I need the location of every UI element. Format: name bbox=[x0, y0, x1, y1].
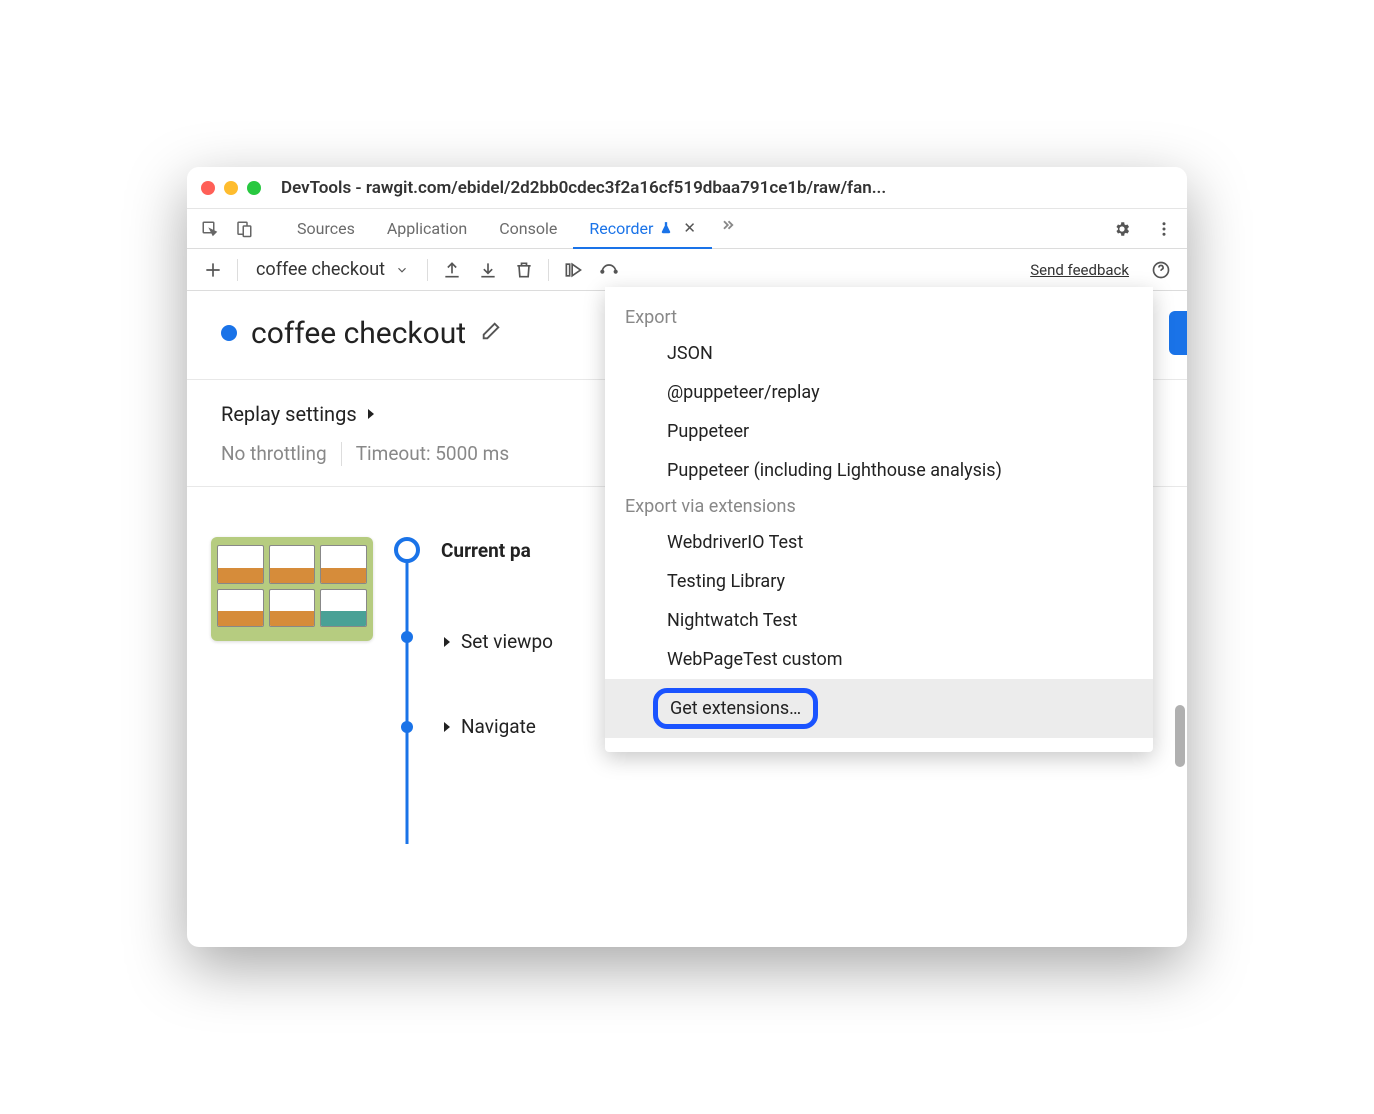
recorder-toolbar: coffee checkout Send feedback bbox=[187, 249, 1187, 291]
export-icon[interactable] bbox=[436, 254, 468, 286]
help-icon[interactable] bbox=[1145, 254, 1177, 286]
tab-recorder[interactable]: Recorder ✕ bbox=[573, 210, 712, 249]
timeline-start-node bbox=[394, 537, 420, 563]
caret-right-icon bbox=[441, 636, 453, 648]
window-title: DevTools - rawgit.com/ebidel/2d2bb0cdec3… bbox=[281, 178, 1173, 198]
step-over-icon[interactable] bbox=[593, 254, 625, 286]
caret-right-icon bbox=[365, 408, 377, 420]
recording-title: coffee checkout bbox=[251, 316, 466, 351]
kebab-menu-icon[interactable] bbox=[1149, 214, 1179, 244]
window-controls bbox=[201, 181, 261, 195]
thumbnail-image bbox=[211, 537, 373, 641]
divider bbox=[548, 259, 549, 281]
export-puppeteer[interactable]: Puppeteer bbox=[605, 412, 1153, 451]
settings-icon[interactable] bbox=[1107, 214, 1137, 244]
devtools-window: DevTools - rawgit.com/ebidel/2d2bb0cdec3… bbox=[187, 167, 1187, 947]
inspect-element-icon[interactable] bbox=[195, 214, 225, 244]
add-recording-icon[interactable] bbox=[197, 254, 229, 286]
device-toolbar-icon[interactable] bbox=[229, 214, 259, 244]
more-tabs-icon[interactable] bbox=[712, 210, 742, 240]
recording-indicator-icon bbox=[221, 325, 237, 341]
step-label: Navigate bbox=[461, 715, 536, 738]
timeout-value: Timeout: 5000 ms bbox=[356, 442, 509, 466]
timeline-line bbox=[406, 551, 409, 844]
delete-icon[interactable] bbox=[508, 254, 540, 286]
export-nightwatch[interactable]: Nightwatch Test bbox=[605, 601, 1153, 640]
chevron-down-icon bbox=[395, 263, 409, 277]
timeline-node bbox=[401, 721, 413, 733]
step-label: Current pa bbox=[441, 539, 531, 562]
maximize-window-button[interactable] bbox=[247, 181, 261, 195]
divider bbox=[427, 259, 428, 281]
throttling-value: No throttling bbox=[221, 442, 327, 466]
panel-tabs: Sources Application Console Recorder ✕ bbox=[187, 209, 1187, 249]
get-extensions-callout: Get extensions… bbox=[653, 688, 818, 729]
tab-recorder-label: Recorder bbox=[589, 219, 653, 238]
export-testing-library[interactable]: Testing Library bbox=[605, 562, 1153, 601]
tab-application[interactable]: Application bbox=[371, 210, 483, 248]
scrollbar-thumb[interactable] bbox=[1175, 705, 1185, 767]
step-label: Set viewpo bbox=[461, 630, 553, 653]
close-tab-icon[interactable]: ✕ bbox=[683, 219, 696, 237]
timeline-node bbox=[401, 631, 413, 643]
close-window-button[interactable] bbox=[201, 181, 215, 195]
send-feedback-link[interactable]: Send feedback bbox=[1030, 261, 1129, 279]
titlebar: DevTools - rawgit.com/ebidel/2d2bb0cdec3… bbox=[187, 167, 1187, 209]
recording-selector[interactable]: coffee checkout bbox=[246, 259, 419, 280]
screenshot-thumbnail[interactable] bbox=[211, 537, 373, 641]
export-webdriverio[interactable]: WebdriverIO Test bbox=[605, 523, 1153, 562]
replay-button-peek[interactable] bbox=[1169, 311, 1187, 355]
export-dropdown: Export JSON @puppeteer/replay Puppeteer … bbox=[605, 287, 1153, 752]
export-puppeteer-replay[interactable]: @puppeteer/replay bbox=[605, 373, 1153, 412]
minimize-window-button[interactable] bbox=[224, 181, 238, 195]
divider bbox=[341, 442, 342, 466]
edit-title-icon[interactable] bbox=[480, 320, 502, 346]
tab-console[interactable]: Console bbox=[483, 210, 573, 248]
export-get-extensions[interactable]: Get extensions… bbox=[605, 679, 1153, 738]
play-slow-icon[interactable] bbox=[557, 254, 589, 286]
replay-settings-label: Replay settings bbox=[221, 402, 357, 426]
recording-name: coffee checkout bbox=[256, 259, 385, 280]
import-icon[interactable] bbox=[472, 254, 504, 286]
export-section-header: Export bbox=[605, 301, 1153, 334]
caret-right-icon bbox=[441, 721, 453, 733]
export-webpagetest[interactable]: WebPageTest custom bbox=[605, 640, 1153, 679]
divider bbox=[237, 259, 238, 281]
export-puppeteer-lighthouse[interactable]: Puppeteer (including Lighthouse analysis… bbox=[605, 451, 1153, 490]
export-extensions-header: Export via extensions bbox=[605, 490, 1153, 523]
flask-icon bbox=[659, 221, 673, 235]
tab-sources[interactable]: Sources bbox=[281, 210, 371, 248]
timeline bbox=[393, 537, 421, 744]
export-json[interactable]: JSON bbox=[605, 334, 1153, 373]
